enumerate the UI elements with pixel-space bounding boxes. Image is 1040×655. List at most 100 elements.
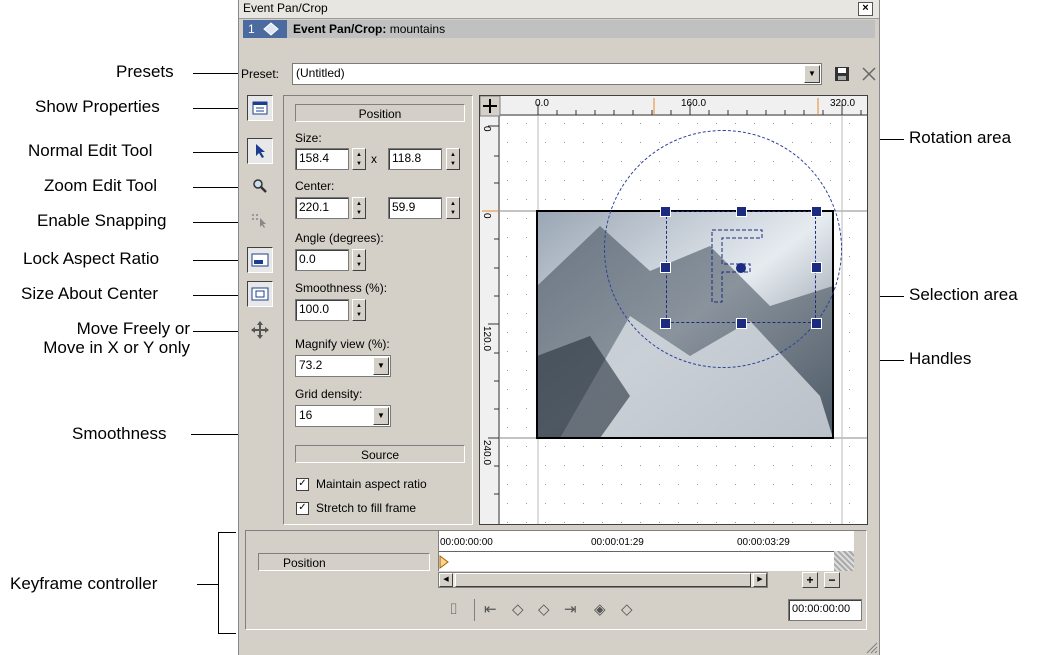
handle-top-center[interactable]: [736, 206, 747, 217]
event-label: Event Pan/Crop:: [293, 22, 387, 36]
event-title: Event Pan/Crop: mountains: [293, 22, 445, 36]
callout-smoothness: Smoothness: [72, 424, 167, 443]
zoom-in-button[interactable]: +: [802, 572, 818, 588]
scroll-right-button[interactable]: ▶: [753, 573, 767, 587]
keyframe-bracket: [218, 633, 236, 634]
size-width-spinner[interactable]: ▲ ▼: [352, 148, 366, 170]
save-preset-icon[interactable]: [834, 66, 850, 82]
lock-envelopes-icon[interactable]: ⌷: [449, 601, 458, 618]
keyframe-controller: Position 00:00:00:00 00:00:01:29 00:00:0…: [245, 530, 867, 630]
maintain-aspect-checkbox[interactable]: ✓: [296, 478, 309, 491]
enable-snapping-button[interactable]: [247, 208, 273, 234]
pan-crop-window: Event Pan/Crop × 1 Event Pan/Crop: mount…: [238, 0, 880, 655]
ruler-v-label: 0: [481, 213, 492, 219]
next-keyframe-icon[interactable]: ◇: [538, 600, 550, 618]
callout-rotation-area: Rotation area: [909, 128, 1012, 147]
keyframe-bracket: [218, 532, 219, 634]
event-number-badge: 1: [243, 20, 287, 38]
lock-aspect-ratio-button[interactable]: [247, 247, 273, 273]
chevron-down-icon: ▼: [373, 357, 389, 375]
center-y-spinner[interactable]: ▲ ▼: [446, 197, 460, 219]
scroll-thumb[interactable]: [455, 573, 751, 587]
center-handle[interactable]: [736, 263, 746, 273]
toolbar-divider: [474, 599, 475, 621]
keyframe-marker[interactable]: [439, 555, 449, 569]
leader-line: [193, 152, 240, 153]
handle-bottom-right[interactable]: [811, 318, 822, 329]
add-keyframe-icon[interactable]: ◈: [594, 600, 606, 618]
smoothness-input[interactable]: 100.0: [295, 299, 349, 321]
preset-value: (Untitled): [296, 66, 345, 80]
stretch-fill-label: Stretch to fill frame: [316, 501, 417, 515]
keyframe-bracket: [218, 532, 236, 533]
handle-bottom-left[interactable]: [660, 318, 671, 329]
chevron-down-icon: ▼: [804, 65, 820, 83]
maintain-aspect-label: Maintain aspect ratio: [316, 477, 427, 491]
lock-aspect-icon: [251, 253, 269, 267]
normal-edit-tool-button[interactable]: [247, 138, 273, 164]
timeline-ruler: [439, 551, 854, 552]
timeline-scrollbar[interactable]: ◀ ▶: [438, 572, 768, 588]
zoom-out-button[interactable]: −: [824, 572, 840, 588]
center-label: Center:: [295, 179, 335, 193]
size-x-separator: x: [371, 152, 377, 166]
handle-mid-left[interactable]: [660, 262, 671, 273]
callout-show-properties: Show Properties: [35, 97, 160, 116]
track-position-row[interactable]: Position: [258, 553, 430, 571]
zoom-edit-tool-button[interactable]: [247, 174, 273, 200]
timecode-field[interactable]: 00:00:00:00: [788, 599, 862, 621]
leader-line: [193, 331, 240, 332]
delete-keyframe-icon[interactable]: ◇: [621, 600, 633, 618]
event-header: 1 Event Pan/Crop: mountains: [243, 20, 875, 38]
size-center-icon: [251, 287, 269, 301]
callout-normal-edit-tool: Normal Edit Tool: [28, 141, 153, 160]
move-freely-button[interactable]: [247, 318, 273, 344]
angle-spinner[interactable]: ▲ ▼: [352, 249, 366, 271]
size-width-input[interactable]: 158.4: [295, 148, 349, 170]
size-height-input[interactable]: 118.8: [388, 148, 442, 170]
callout-move-freely-line1: Move Freely or: [76, 319, 190, 338]
handle-mid-right[interactable]: [811, 262, 822, 273]
source-section-header: Source: [295, 445, 465, 463]
smoothness-spinner[interactable]: ▲ ▼: [352, 299, 366, 321]
last-keyframe-icon[interactable]: ⇥: [564, 600, 577, 618]
center-x-spinner[interactable]: ▲ ▼: [352, 197, 366, 219]
leader-line: [193, 73, 240, 74]
handle-top-right[interactable]: [811, 206, 822, 217]
leader-line: [193, 222, 240, 223]
callout-size-about-center: Size About Center: [21, 284, 159, 303]
size-about-center-button[interactable]: [247, 281, 273, 307]
handle-bottom-center[interactable]: [736, 318, 747, 329]
magnify-value: 73.2: [299, 358, 323, 372]
ruler-h-label: 320.0: [830, 98, 856, 109]
first-keyframe-icon[interactable]: ⇤: [484, 600, 497, 618]
chevron-down-icon: ▼: [373, 407, 389, 425]
previous-keyframe-icon[interactable]: ◇: [512, 600, 524, 618]
resize-grip-icon[interactable]: [864, 640, 878, 654]
grid-density-dropdown[interactable]: 16 ▼: [295, 405, 391, 427]
size-height-spinner[interactable]: ▲ ▼: [446, 148, 460, 170]
magnify-dropdown[interactable]: 73.2 ▼: [295, 355, 391, 377]
close-button[interactable]: ×: [858, 2, 873, 16]
preset-dropdown[interactable]: (Untitled) ▼: [292, 63, 822, 85]
event-number: 1: [248, 22, 255, 36]
scroll-left-button[interactable]: ◀: [439, 573, 453, 587]
stretch-fill-checkbox[interactable]: ✓: [296, 502, 309, 515]
smoothness-label: Smoothness (%):: [295, 281, 388, 295]
event-fx-icon: [263, 22, 279, 36]
callout-move-freely-line2: Move in X or Y only: [43, 338, 190, 357]
ruler-v-label: 240.0: [481, 440, 492, 466]
workspace: 0.0 160.0 320.0 0 0 120.0 240.0: [479, 95, 868, 525]
position-section-header: Position: [295, 104, 465, 122]
callout-move-freely: Move Freely or Move in X or Y only: [10, 319, 190, 357]
leader-line: [193, 260, 240, 261]
ruler-v-label: 120.0: [481, 326, 492, 352]
delete-preset-icon[interactable]: [861, 66, 877, 82]
center-y-input[interactable]: 59.9: [388, 197, 442, 219]
handle-top-left[interactable]: [660, 206, 671, 217]
magnify-label: Magnify view (%):: [295, 337, 390, 351]
angle-input[interactable]: 0.0: [295, 249, 349, 271]
center-x-input[interactable]: 220.1: [295, 197, 349, 219]
timeline[interactable]: 00:00:00:00 00:00:01:29 00:00:03:29: [438, 531, 854, 571]
show-properties-button[interactable]: [247, 95, 273, 121]
